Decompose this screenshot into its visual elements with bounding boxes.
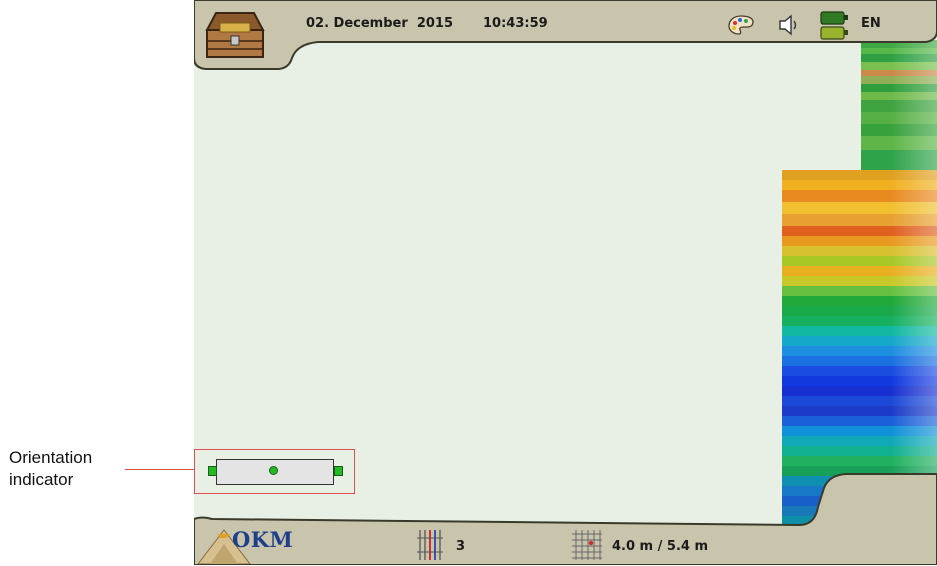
palette-icon[interactable] [728, 14, 754, 36]
speaker-icon[interactable] [778, 13, 800, 37]
language-indicator[interactable]: EN [861, 16, 881, 31]
lines-icon[interactable] [416, 528, 444, 562]
grid-size-icon[interactable] [570, 528, 604, 562]
header-time: 10:43:59 [483, 16, 548, 31]
battery-icon [820, 10, 850, 42]
lines-count: 3 [456, 539, 466, 554]
treasure-chest-icon[interactable] [204, 10, 266, 60]
callout-label: Orientation indicator [9, 447, 92, 491]
callout-line-2: indicator [9, 470, 74, 489]
device-screen: 02. December 2015 10:43:59 EN OKM 3 4.0 … [194, 0, 937, 565]
okm-logo: OKM [196, 524, 306, 564]
sensor-right-marker [334, 466, 343, 476]
sensor-left-marker [208, 466, 217, 476]
header-date: 02. December 2015 [306, 16, 453, 31]
callout-line-1: Orientation [9, 448, 93, 467]
sensor-center-dot [269, 466, 278, 475]
okm-logo-text: OKM [232, 527, 294, 552]
field-size-text: 4.0 m / 5.4 m [612, 539, 709, 554]
callout-leader-line [125, 469, 194, 470]
orientation-indicator [208, 459, 343, 485]
